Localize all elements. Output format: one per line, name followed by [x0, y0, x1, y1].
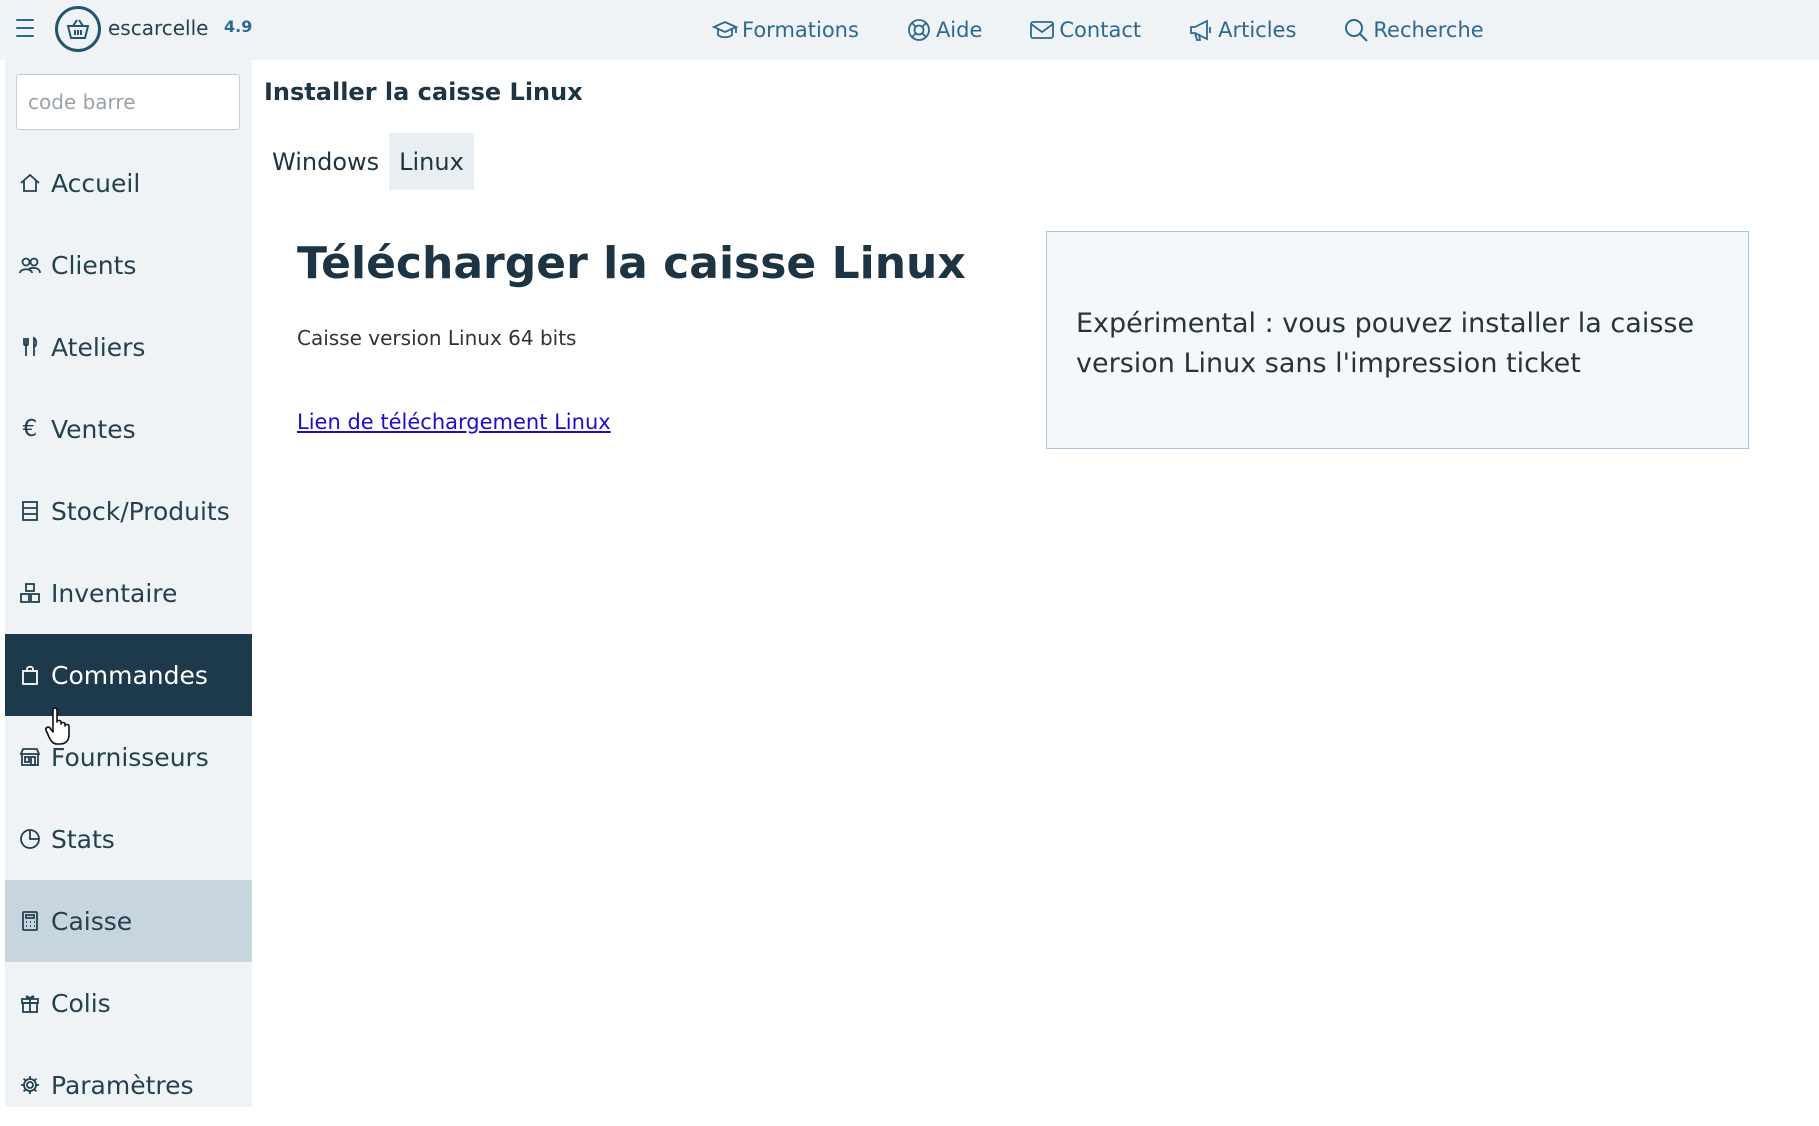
download-subtitle: Caisse version Linux 64 bits [297, 326, 577, 350]
sidebar-item-stock-produits[interactable]: Stock/Produits [5, 470, 252, 552]
experimental-info-box: Expérimental : vous pouvez installer la … [1046, 231, 1749, 449]
tab-linux[interactable]: Linux [389, 133, 474, 190]
sidebar-item-ventes[interactable]: € Ventes [5, 388, 252, 470]
gear-icon [18, 1073, 42, 1097]
sidebar-item-label: Paramètres [51, 1070, 194, 1100]
sidebar: Accueil Clients Ateliers € Ventes Stock/… [5, 60, 252, 1107]
nav-articles-label: Articles [1218, 18, 1297, 42]
barcode-input[interactable] [16, 74, 240, 130]
sidebar-item-stats[interactable]: Stats [5, 798, 252, 880]
nav-articles[interactable]: Articles [1188, 17, 1296, 43]
os-tabs: Windows Linux [262, 133, 474, 190]
sidebar-item-label: Inventaire [51, 578, 178, 608]
nav-contact-label: Contact [1059, 18, 1142, 42]
sidebar-item-label: Ateliers [51, 332, 146, 362]
top-bar: escarcelle 4.9 Formations Aide Contact A… [0, 0, 1819, 60]
sidebar-item-label: Stats [51, 824, 115, 854]
sidebar-item-label: Colis [51, 988, 111, 1018]
search-icon [1345, 19, 1369, 42]
nav-formations-label: Formations [742, 18, 859, 42]
graduation-cap-icon [712, 21, 738, 39]
sidebar-item-label: Caisse [51, 906, 133, 936]
nav-formations[interactable]: Formations [712, 17, 859, 43]
utensils-icon [18, 335, 42, 359]
nav-aide-label: Aide [935, 18, 983, 42]
sidebar-item-colis[interactable]: Colis [5, 962, 252, 1044]
gift-icon [18, 991, 42, 1015]
hamburger-menu-icon[interactable] [14, 18, 36, 38]
sidebar-item-caisse[interactable]: Caisse [5, 880, 252, 962]
home-icon [18, 171, 42, 195]
sidebar-item-label: Clients [51, 250, 137, 280]
sidebar-item-inventaire[interactable]: Inventaire [5, 552, 252, 634]
tab-windows[interactable]: Windows [262, 133, 389, 190]
download-title: Télécharger la caisse Linux [297, 238, 966, 289]
sidebar-item-label: Commandes [51, 660, 208, 690]
brand-name[interactable]: escarcelle [108, 16, 208, 40]
sidebar-item-fournisseurs[interactable]: Fournisseurs [5, 716, 252, 798]
euro-icon: € [22, 416, 38, 442]
shop-icon [18, 745, 42, 769]
info-text: Expérimental : vous pouvez installer la … [1076, 308, 1695, 379]
nav-recherche-label: Recherche [1373, 18, 1484, 42]
megaphone-icon [1190, 19, 1211, 41]
basket-logo-icon[interactable] [55, 6, 101, 52]
nav-aide[interactable]: Aide [906, 17, 982, 43]
envelope-icon [1030, 21, 1055, 39]
sidebar-item-label: Fournisseurs [51, 742, 209, 772]
people-icon [18, 253, 42, 277]
stock-icon [18, 499, 42, 523]
sidebar-item-accueil[interactable]: Accueil [5, 142, 252, 224]
boxes-icon [18, 581, 42, 605]
hand-pointer-cursor-icon [45, 707, 70, 745]
download-link[interactable]: Lien de téléchargement Linux [297, 410, 611, 434]
sidebar-item-label: Ventes [51, 414, 136, 444]
nav-contact[interactable]: Contact [1029, 17, 1141, 43]
sidebar-item-clients[interactable]: Clients [5, 224, 252, 306]
version-badge: 4.9 [224, 17, 253, 36]
shopping-bag-icon [18, 663, 42, 687]
sidebar-item-ateliers[interactable]: Ateliers [5, 306, 252, 388]
pie-chart-icon [18, 827, 42, 851]
lifebuoy-icon [908, 19, 930, 41]
sidebar-item-commandes[interactable]: Commandes [5, 634, 252, 716]
sidebar-item-parametres[interactable]: Paramètres [5, 1044, 252, 1126]
sidebar-item-label: Stock/Produits [51, 496, 230, 526]
sidebar-item-label: Accueil [51, 168, 141, 198]
top-navigation: Formations Aide Contact Articles Recherc… [712, 12, 1531, 48]
nav-recherche[interactable]: Recherche [1343, 17, 1484, 43]
page-title: Installer la caisse Linux [264, 78, 583, 106]
calculator-icon [18, 909, 42, 933]
